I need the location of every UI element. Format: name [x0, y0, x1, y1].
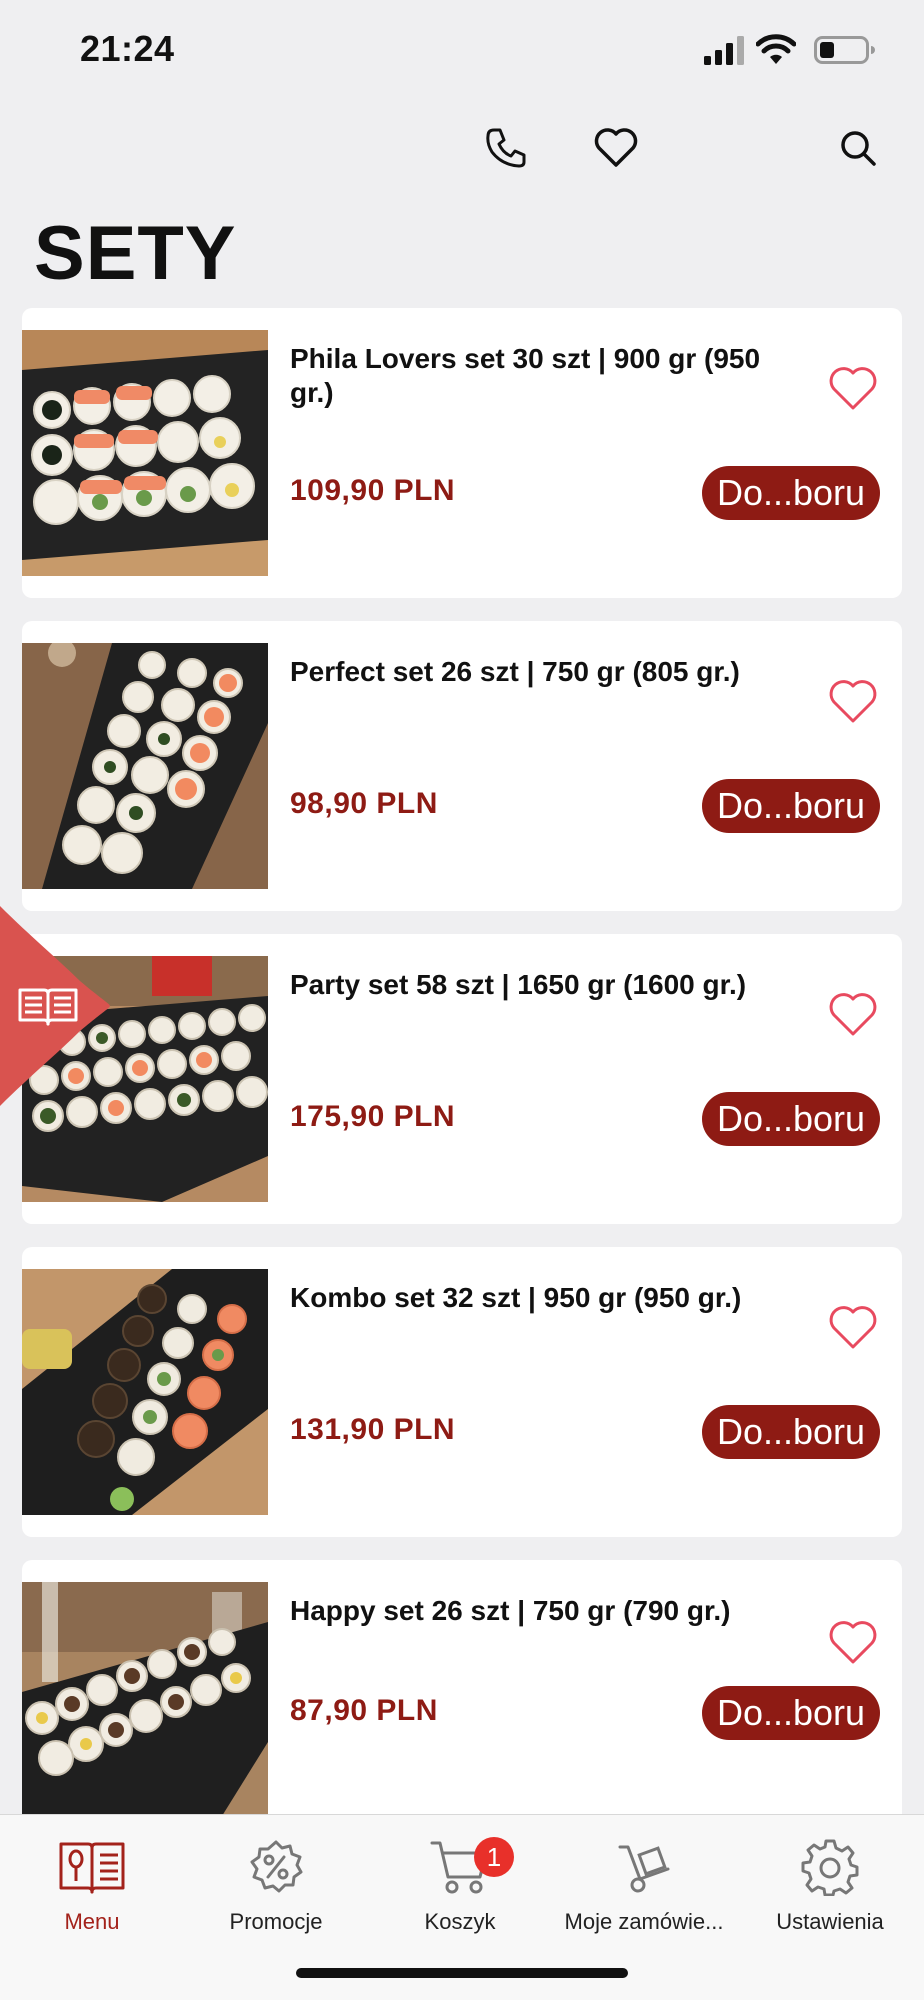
product-image[interactable] [22, 643, 268, 889]
product-name[interactable]: Phila Lovers set 30 szt | 900 gr (950 gr… [290, 342, 810, 410]
heart-outline-icon [829, 1306, 877, 1349]
heart-outline-icon [829, 1621, 877, 1664]
menu-book-icon [59, 1842, 125, 1894]
page-title: SETY [34, 211, 237, 296]
nav-label: Promocje [229, 1909, 323, 1934]
product-price: 131,90 PLN [290, 1413, 456, 1446]
status-bar: 21:24 [0, 0, 924, 100]
nav-item-promocje[interactable]: Promocje [184, 1835, 368, 1945]
product-price: 109,90 PLN [290, 474, 456, 507]
add-to-cart-button[interactable]: Do...boru [702, 1686, 880, 1740]
nav-item-koszyk[interactable]: 1 Koszyk [368, 1835, 552, 1945]
nav-label: Koszyk [424, 1909, 496, 1934]
product-price: 87,90 PLN [290, 1694, 438, 1727]
cart-count-badge: 1 [474, 1837, 514, 1877]
nav-item-orders[interactable]: Moje zamówie... [552, 1835, 736, 1945]
heart-outline-icon [829, 680, 877, 723]
nav-label: Ustawienia [776, 1909, 884, 1934]
add-to-cart-button[interactable]: Do...boru [702, 466, 880, 520]
header-actions [0, 118, 924, 178]
product-card[interactable]: Phila Lovers set 30 szt | 900 gr (950 gr… [22, 308, 902, 598]
product-card[interactable]: Party set 58 szt | 1650 gr (1600 gr.) 17… [22, 934, 902, 1224]
status-time: 21:24 [80, 28, 175, 69]
add-to-cart-button[interactable]: Do...boru [702, 1092, 880, 1146]
gear-icon [801, 1839, 859, 1896]
signal-icon [704, 36, 744, 65]
product-name[interactable]: Kombo set 32 szt | 950 gr (950 gr.) [290, 1281, 810, 1315]
product-card[interactable]: Kombo set 32 szt | 950 gr (950 gr.) 131,… [22, 1247, 902, 1537]
wifi-icon [756, 34, 796, 64]
phone-button[interactable] [476, 118, 536, 178]
nav-label: Menu [64, 1909, 120, 1934]
phone-icon [486, 128, 526, 168]
favorites-button[interactable] [586, 118, 646, 178]
nav-label: Moje zamówie... [564, 1909, 724, 1934]
heart-icon [594, 128, 638, 167]
product-price: 98,90 PLN [290, 787, 438, 820]
discount-badge-icon [250, 1840, 303, 1893]
add-to-cart-button[interactable]: Do...boru [702, 1405, 880, 1459]
heart-outline-icon [829, 367, 877, 410]
favorite-toggle[interactable] [826, 677, 880, 727]
product-name[interactable]: Happy set 26 szt | 750 gr (790 gr.) [290, 1594, 810, 1628]
heart-outline-icon [829, 993, 877, 1036]
search-button-wrap[interactable] [828, 118, 888, 178]
nav-item-menu[interactable]: Menu [0, 1835, 184, 1945]
product-name[interactable]: Perfect set 26 szt | 750 gr (805 gr.) [290, 655, 810, 689]
side-menu-tab[interactable] [0, 906, 116, 1106]
product-name[interactable]: Party set 58 szt | 1650 gr (1600 gr.) [290, 968, 810, 1002]
menu-book-icon [18, 988, 78, 1026]
hand-truck-icon [618, 1845, 670, 1893]
product-price: 175,90 PLN [290, 1100, 456, 1133]
search-button[interactable] [700, 118, 760, 178]
product-image[interactable] [22, 1582, 268, 1816]
favorite-toggle[interactable] [826, 990, 880, 1040]
product-image[interactable] [22, 1269, 268, 1515]
favorite-toggle[interactable] [826, 1618, 880, 1668]
favorite-toggle[interactable] [826, 1303, 880, 1353]
favorite-toggle[interactable] [826, 364, 880, 414]
product-image[interactable] [22, 330, 268, 576]
home-indicator [296, 1968, 628, 1978]
search-icon [841, 131, 876, 166]
product-card[interactable]: Perfect set 26 szt | 750 gr (805 gr.) 98… [22, 621, 902, 911]
nav-item-ustawienia[interactable]: Ustawienia [738, 1835, 922, 1945]
add-to-cart-button[interactable]: Do...boru [702, 779, 880, 833]
battery-icon [814, 36, 875, 64]
